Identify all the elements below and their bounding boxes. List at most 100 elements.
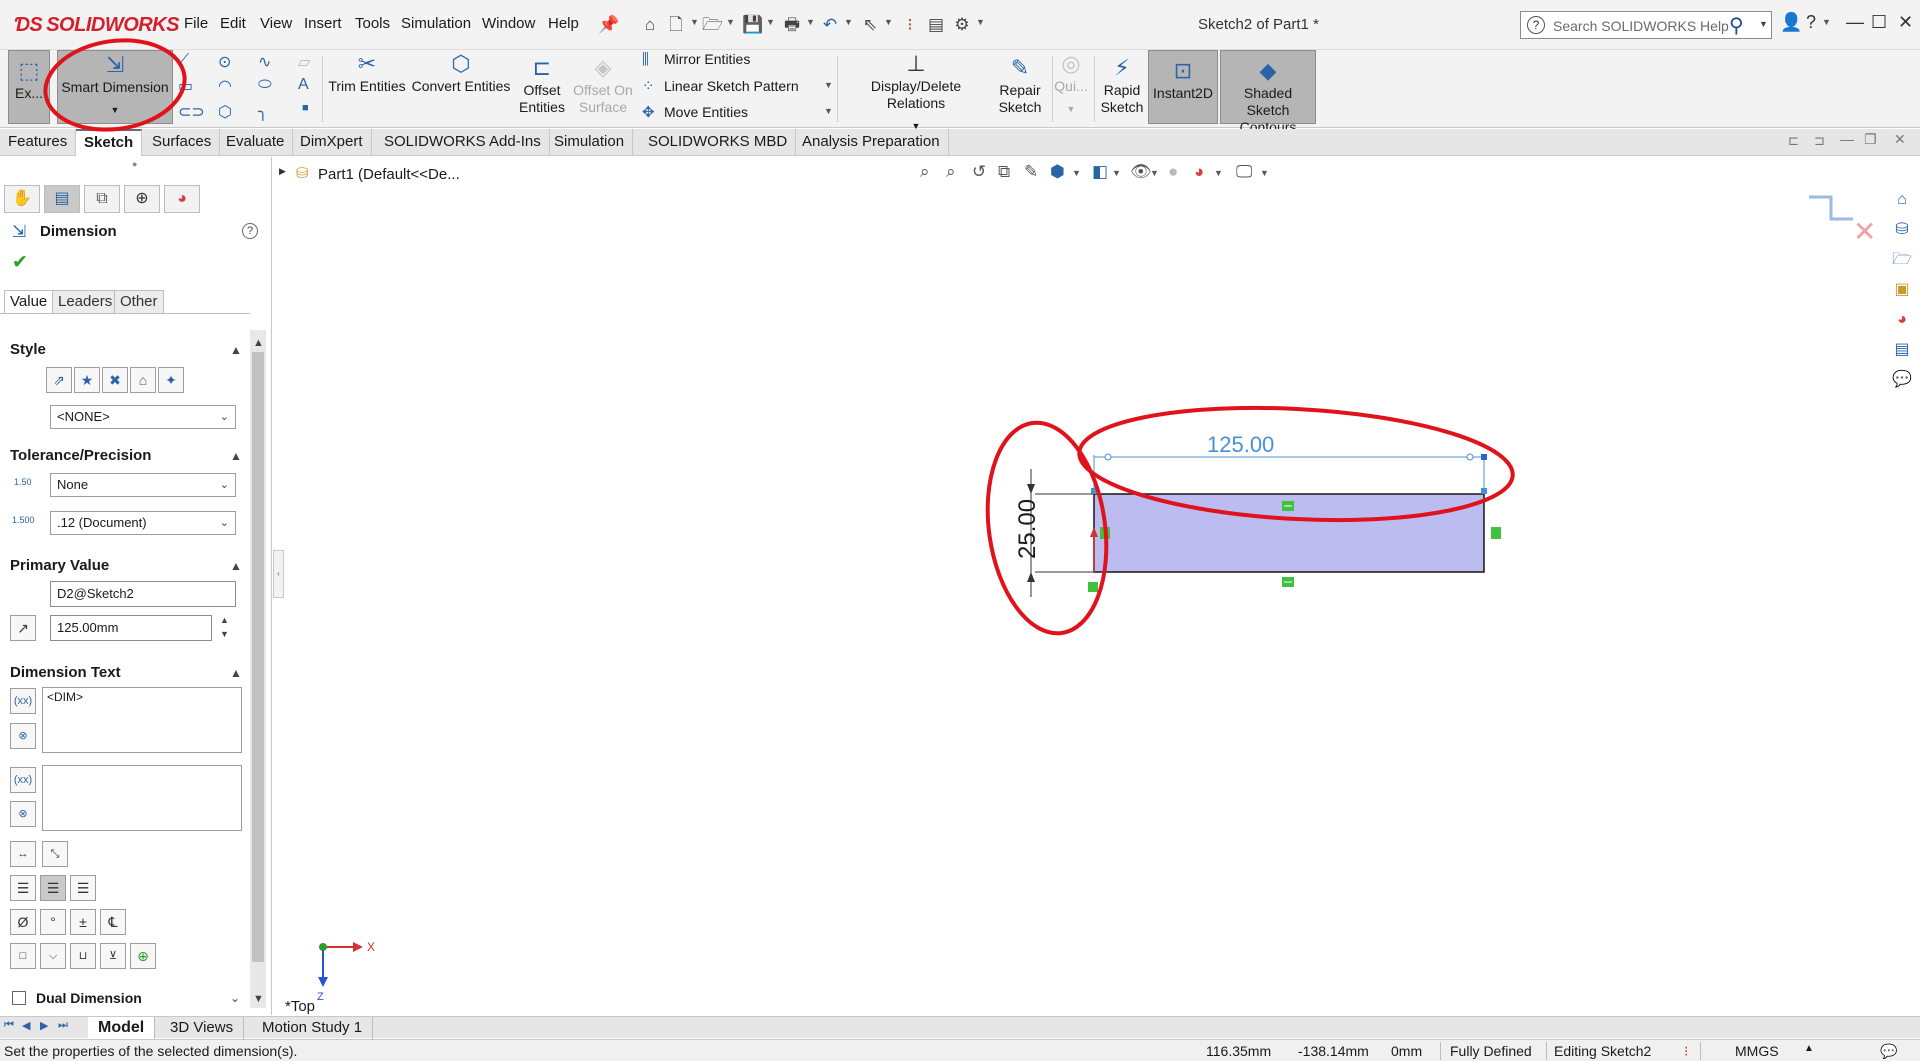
symbol-diameter[interactable]: Ø [10, 909, 36, 935]
search-input[interactable]: Search SOLIDWORKS Help [1553, 18, 1729, 34]
edit-appearance-icon[interactable]: ● [1168, 162, 1178, 182]
select-arrow-icon[interactable]: ⇖ [860, 15, 880, 35]
new-caret-icon[interactable]: ▼ [690, 17, 699, 27]
view-settings-caret-icon[interactable]: ▼ [1260, 168, 1269, 178]
pm-help-icon[interactable]: ? [242, 223, 258, 239]
select-caret-icon[interactable]: ▼ [884, 17, 893, 27]
symbol-plus-minus[interactable]: ± [70, 909, 96, 935]
appearances-scenes-icon[interactable]: ◕ [1890, 308, 1914, 332]
tab-solidworks-addins[interactable]: SOLIDWORKS Add-Ins [376, 129, 550, 156]
align-left-icon[interactable]: ☰ [10, 875, 36, 901]
more-symbols-icon[interactable]: ⊕ [130, 943, 156, 969]
help-caret-icon[interactable]: ▼ [1822, 17, 1831, 27]
view-settings-icon[interactable]: 🖵 [1236, 162, 1252, 182]
open-folder-icon[interactable]: 🗁 [702, 15, 723, 35]
symbol-degree[interactable]: ° [40, 909, 66, 935]
style-collapse-icon[interactable]: ▲ [230, 343, 242, 357]
arc-icon[interactable]: ◠ [218, 76, 232, 96]
dimension-name-field[interactable]: D2@Sketch2 [50, 581, 236, 607]
undo-icon[interactable]: ↶ [820, 15, 840, 35]
align-center-icon[interactable]: ☰ [40, 875, 66, 901]
dimension-text-collapse-icon[interactable]: ▲ [230, 666, 242, 680]
menu-insert[interactable]: Insert [304, 15, 342, 32]
scroll-down-icon[interactable]: ▼ [253, 993, 264, 1005]
display-style-icon[interactable]: ◧ [1092, 162, 1108, 182]
offset-on-surface-button[interactable]: ◈ Offset On Surface [572, 56, 634, 126]
menu-file[interactable]: File [184, 15, 208, 32]
close-icon[interactable]: ✕ [1898, 12, 1913, 33]
inspection-dimension-icon[interactable]: ⊗ [10, 723, 36, 749]
display-delete-relations-button[interactable]: ⊥ Display/Delete Relations ▼ [840, 52, 992, 132]
hide-show-caret-icon[interactable]: ▼ [1150, 168, 1159, 178]
scene-caret-icon[interactable]: ▼ [1214, 168, 1223, 178]
tab-dimxpert[interactable]: DimXpert [292, 129, 372, 156]
exit-sketch-button[interactable]: ⬚ Ex... [8, 50, 50, 124]
rebuild-indicator-icon[interactable]: ⁝ [1684, 1043, 1688, 1060]
feedback-icon[interactable]: 💬 [1880, 1043, 1897, 1060]
undo-caret-icon[interactable]: ▼ [844, 17, 853, 27]
apply-default-style-icon[interactable]: ⇗ [46, 367, 72, 393]
view-orientation-icon[interactable]: ⬢ [1050, 162, 1065, 182]
file-explorer-icon[interactable]: 🗁 [1890, 248, 1914, 272]
tolerance-type-select[interactable]: None ⌄ [50, 473, 236, 497]
tolerance-collapse-icon[interactable]: ▲ [230, 449, 242, 463]
value-spin-up-icon[interactable]: ▲ [220, 615, 229, 625]
prev-tab-nav-icon[interactable]: ◀ [22, 1019, 30, 1032]
value-spin-down-icon[interactable]: ▼ [220, 629, 229, 639]
previous-view-icon[interactable]: ↺ [972, 162, 986, 182]
quick-snaps-button[interactable]: ◎ Qui... ▼ [1054, 52, 1088, 124]
repair-sketch-button[interactable]: ✎ Repair Sketch [994, 56, 1046, 126]
display-style-caret-icon[interactable]: ▼ [1112, 168, 1121, 178]
dimxpert-manager-tab-icon[interactable]: ⊕ [124, 185, 160, 213]
slot-icon[interactable]: ⊂⊃ [178, 102, 205, 122]
property-manager-tab-icon[interactable]: ▤ [44, 185, 80, 213]
options-gear-icon[interactable]: ⚙ [952, 15, 972, 35]
move-caret-icon[interactable]: ▼ [824, 106, 833, 116]
last-tab-nav-icon[interactable]: ⏭ [58, 1019, 68, 1032]
menu-help[interactable]: Help [548, 15, 579, 32]
line-icon[interactable]: ⟋ [178, 52, 189, 70]
dual-dimension-expand-icon[interactable]: ⌄ [230, 991, 240, 1005]
h-dim-endpoint-handle[interactable] [1481, 454, 1487, 460]
section-view-icon[interactable]: ⧉ [998, 162, 1010, 182]
convert-entities-button[interactable]: ⬡ Convert Entities [410, 52, 512, 124]
sketch-canvas[interactable]: 125.00 25.00 X Z *Top ✕ [273, 41, 1883, 1015]
hide-show-items-icon[interactable]: 👁 [1130, 162, 1152, 182]
design-library-icon[interactable]: ⛁ [1890, 218, 1914, 242]
save-caret-icon[interactable]: ▼ [766, 17, 775, 27]
tab-solidworks-mbd[interactable]: SOLIDWORKS MBD [640, 129, 797, 156]
help-search[interactable]: ? Search SOLIDWORKS Help ⚲ ▼ [1520, 11, 1772, 39]
zoom-to-area-icon[interactable]: ⌕ [946, 162, 956, 182]
linear-sketch-pattern-button[interactable]: ⁘ Linear Sketch Pattern [642, 77, 799, 95]
doc-minimize-icon[interactable]: — [1840, 131, 1854, 147]
add-parentheses-icon[interactable]: (xx) [10, 688, 36, 714]
print-caret-icon[interactable]: ▼ [806, 17, 815, 27]
user-icon[interactable]: 👤 [1780, 12, 1802, 33]
next-tab-nav-icon[interactable]: ▶ [40, 1019, 48, 1032]
mirror-entities-button[interactable]: ⫼ Mirror Entities [642, 51, 750, 68]
smart-dimension-caret-icon[interactable]: ▼ [58, 102, 172, 119]
maximize-icon[interactable]: ☐ [1871, 12, 1887, 33]
minimize-icon[interactable]: — [1846, 12, 1864, 33]
menu-simulation[interactable]: Simulation [401, 15, 471, 32]
graphics-area[interactable]: 125.00 25.00 X Z *Top ✕ [273, 41, 1883, 1015]
confirmation-corner-exit-icon[interactable] [1809, 195, 1853, 221]
align-right-icon[interactable]: ☰ [70, 875, 96, 901]
file-properties-icon[interactable]: ▤ [926, 15, 946, 35]
tab-model[interactable]: Model [88, 1017, 156, 1039]
style-select[interactable]: <NONE> ⌄ [50, 405, 236, 429]
add-style-icon[interactable]: ★ [74, 367, 100, 393]
primary-value-collapse-icon[interactable]: ▲ [230, 559, 242, 573]
view-orientation-caret-icon[interactable]: ▼ [1072, 168, 1081, 178]
offset-text-icon[interactable]: ⤡ [42, 841, 68, 867]
first-tab-nav-icon[interactable]: ⏮ [4, 1019, 14, 1032]
custom-properties-icon[interactable]: ▤ [1890, 338, 1914, 362]
quick-snaps-caret-icon[interactable]: ▼ [1054, 101, 1088, 118]
delete-style-icon[interactable]: ✖ [102, 367, 128, 393]
dimension-value-field[interactable]: 125.00mm [50, 615, 212, 641]
tab-evaluate[interactable]: Evaluate [218, 129, 294, 156]
print-icon[interactable]: 🖶 [782, 15, 802, 35]
rebuild-traffic-light-icon[interactable]: ⁝ [900, 15, 920, 35]
help-icon[interactable]: ? [1806, 12, 1816, 33]
doc-restore-icon[interactable]: ❐ [1864, 131, 1877, 148]
